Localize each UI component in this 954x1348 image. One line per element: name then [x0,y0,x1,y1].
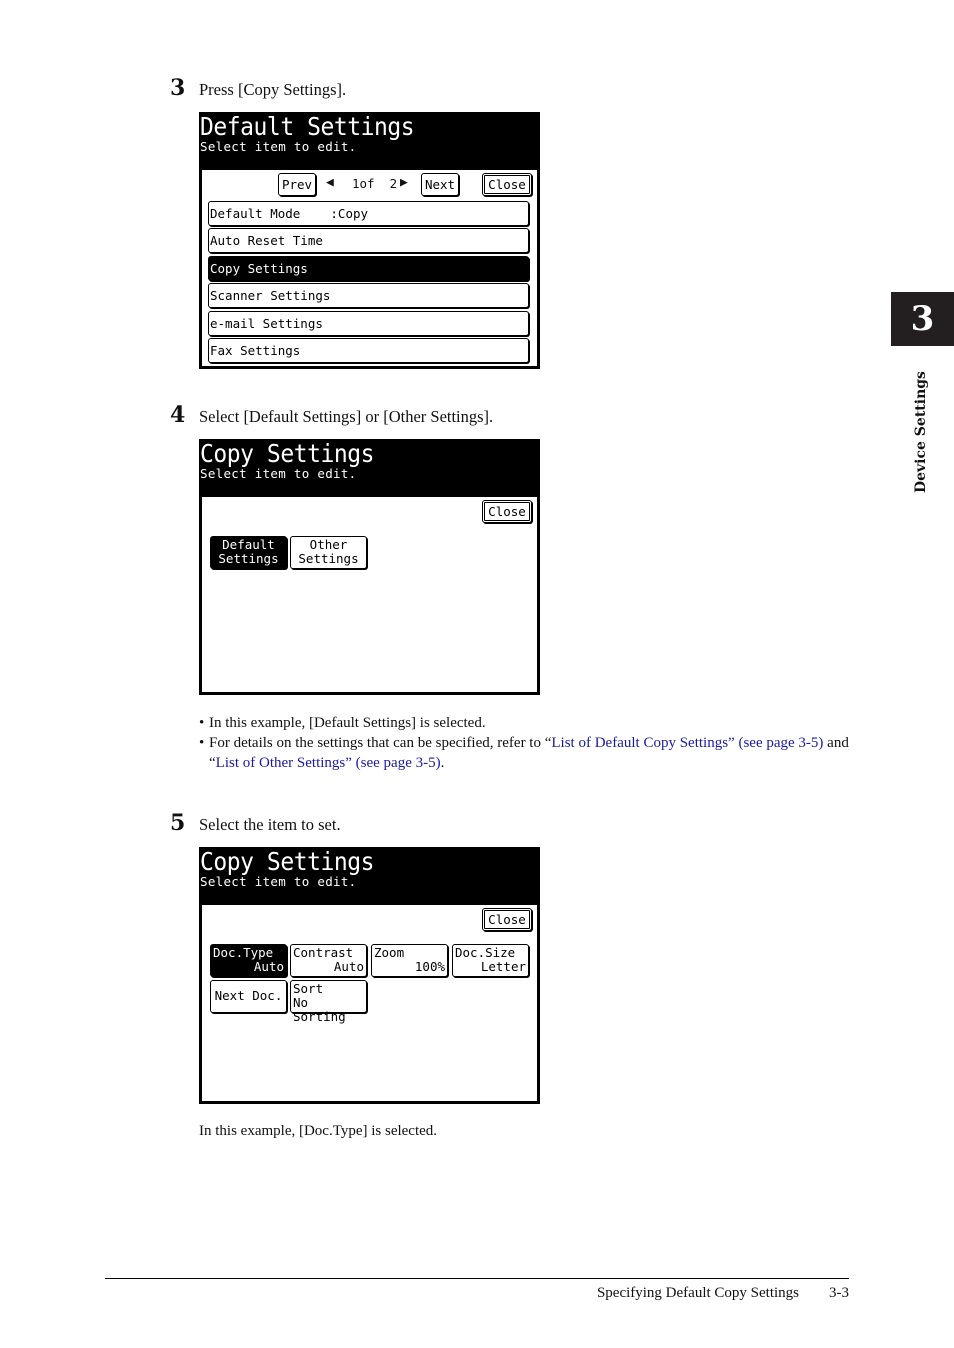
default-settings-button[interactable]: Default Settings [210,536,287,569]
screen-subtitle: Select item to edit. [200,139,357,154]
link-default-copy-settings[interactable]: List of Default Copy Settings [551,735,728,751]
lcd-screen-copy-settings-items: Copy Settings Select item to edit. Close… [199,847,540,1104]
note-text: . [440,755,445,771]
lcd-screen-copy-settings: Copy Settings Select item to edit. Close… [199,439,540,695]
right-arrow-icon[interactable]: ▶ [400,175,408,190]
prev-button[interactable]: Prev [278,173,316,196]
step-3: 3 Press [Copy Settings]. [170,75,346,101]
link-page-ref[interactable]: ” (see page 3-5) [345,755,440,771]
note-text: For details on the settings that can be … [209,735,552,751]
step-4: 4 Select [Default Settings] or [Other Se… [170,402,493,428]
screen-title: Copy Settings [200,439,375,468]
close-button[interactable]: Close [482,908,532,931]
step-number: 4 [170,402,186,428]
button-label-line2: Settings [218,551,279,566]
close-button[interactable]: Close [482,500,532,523]
note-bullet: For details on the settings that can be … [199,733,859,773]
chapter-tab: 3 [891,292,954,346]
menu-item-email-settings[interactable]: e-mail Settings [208,311,529,336]
note-bullet: In this example, [Default Settings] is s… [199,713,859,733]
page-indicator: 1of 2 [352,176,398,191]
next-doc-button[interactable]: Next Doc. [210,980,287,1013]
menu-item-auto-reset-time[interactable]: Auto Reset Time [208,228,529,253]
menu-item-copy-settings[interactable]: Copy Settings [208,256,529,281]
sort-button[interactable]: Sort No Sorting [290,980,367,1024]
doc-size-button[interactable]: Doc.Size Letter [452,944,529,977]
setting-value: Letter [480,959,526,974]
doc-type-button[interactable]: Doc.Type Auto [210,944,287,977]
step-instruction: Select [Default Settings] or [Other Sett… [199,407,494,426]
link-other-settings[interactable]: List of Other Settings [216,755,346,771]
other-settings-button[interactable]: Other Settings [290,536,367,569]
page-number: 3-3 [829,1285,849,1301]
chapter-label: Device Settings [913,371,929,493]
step-number: 3 [170,75,186,101]
footer-section-title: Specifying Default Copy Settings [596,1285,799,1301]
lcd-screen-default-settings: Default Settings Select item to edit. Pr… [199,112,540,369]
setting-name: Doc.Size [455,945,516,960]
menu-item-default-mode[interactable]: Default Mode :Copy [208,201,529,226]
screen-subtitle: Select item to edit. [200,466,357,481]
button-label-line1: Default [222,537,275,552]
setting-name: Sort [293,981,324,996]
button-label-line1: Other [309,537,348,552]
button-label-line2: Settings [298,551,359,566]
setting-name: Doc.Type [213,945,274,960]
footer-divider [105,1278,849,1279]
menu-item-scanner-settings[interactable]: Scanner Settings [208,283,529,308]
setting-name: Zoom [374,945,405,960]
setting-value: 100% [414,959,445,974]
contrast-button[interactable]: Contrast Auto [290,944,367,977]
step-instruction: Press [Copy Settings]. [199,80,347,99]
screen-title: Default Settings [200,112,415,141]
setting-value: Auto [253,959,284,974]
setting-name: Contrast [293,945,354,960]
setting-value: Auto [333,959,364,974]
step-instruction: Select the item to set. [199,815,341,834]
close-button[interactable]: Close [482,173,532,196]
screen-subtitle: Select item to edit. [200,874,357,889]
page-footer: Specifying Default Copy Settings 3-3 [597,1285,849,1302]
screen-title: Copy Settings [200,847,375,876]
step-5: 5 Select the item to set. [170,810,341,836]
left-arrow-icon[interactable]: ◀ [326,175,334,190]
step-number: 5 [170,810,186,836]
next-button[interactable]: Next [421,173,459,196]
zoom-button[interactable]: Zoom 100% [371,944,448,977]
step-5-note: In this example, [Doc.Type] is selected. [199,1123,438,1139]
setting-value: No Sorting [293,995,346,1024]
menu-item-fax-settings[interactable]: Fax Settings [208,338,529,363]
step-4-notes: In this example, [Default Settings] is s… [199,713,859,773]
link-page-ref[interactable]: ” (see page 3-5) [728,735,823,751]
